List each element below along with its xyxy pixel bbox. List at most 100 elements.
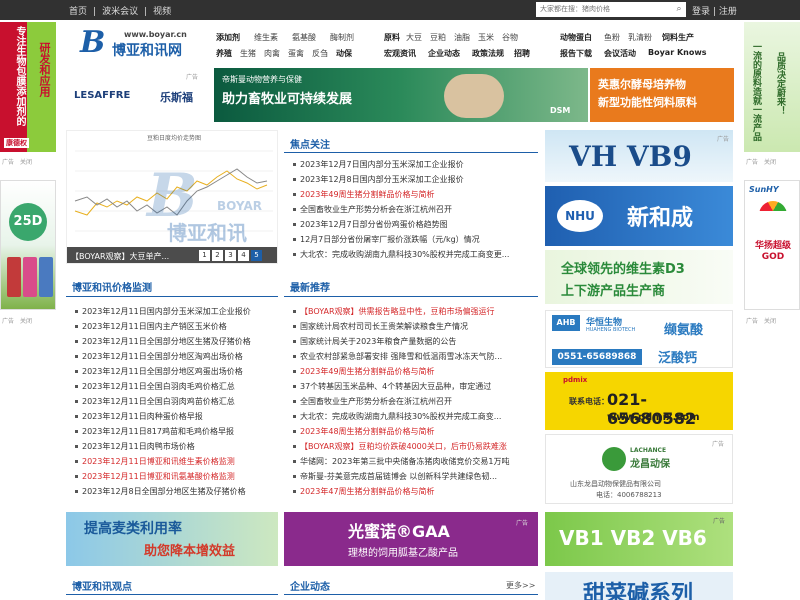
cat-vitamin[interactable]: 维生素 xyxy=(254,32,278,43)
ad-gaa[interactable]: 广告 光蜜诺®GAA 理想的饲用胍基乙酸产品 xyxy=(284,512,538,566)
login-link[interactable]: 登录 xyxy=(692,7,710,17)
slider-page-2[interactable]: 2 xyxy=(212,250,223,261)
price-news-item[interactable]: 2023年12月11日全国白羽肉鸡苗价格汇总 xyxy=(74,394,278,409)
cat-boyar-knows[interactable]: Boyar Knows xyxy=(648,48,706,57)
price-news-item[interactable]: 2023年12月11日国内部分玉米深加工企业报价 xyxy=(74,304,278,319)
cat-oil[interactable]: 油脂 xyxy=(454,32,470,43)
latest-news-item[interactable]: 2023年49周生猪分割鲜品价格与简析 xyxy=(292,364,536,379)
slider-page-1[interactable]: 1 xyxy=(199,250,210,261)
latest-news-item[interactable]: 全国畜牧业生产形势分析会在浙江杭州召开 xyxy=(292,394,536,409)
price-news-item[interactable]: 2023年12月11日全国部分地区鸡蛋出场价格 xyxy=(74,364,278,379)
price-news-item[interactable]: 2023年12月11日肉鸭市场价格 xyxy=(74,439,278,454)
cat-animal-health[interactable]: 动保 xyxy=(336,48,352,59)
cat-ruminant[interactable]: 反刍 xyxy=(312,48,328,59)
register-link[interactable]: 注册 xyxy=(719,7,737,17)
latest-news-item[interactable]: 【BOYAR观察】豆粕均价跌破4000关口，后市仍易跌难涨 xyxy=(292,439,536,454)
latest-title[interactable]: 最新推荐 xyxy=(290,279,330,294)
cat-raw-material[interactable]: 原料 xyxy=(384,32,400,43)
cat-grain[interactable]: 谷物 xyxy=(502,32,518,43)
cat-feed-production[interactable]: 饲料生产 xyxy=(662,32,694,43)
focus-news-item[interactable]: 2023年49周生猪分割鲜品价格与简析 xyxy=(292,187,536,202)
right-ad-quality[interactable]: 一流的原料造就一流产品 品质决定蔚来！ xyxy=(744,22,800,152)
right-ad-close-button[interactable]: 关闭 xyxy=(764,316,776,325)
nav-home[interactable]: 首页 xyxy=(66,7,90,17)
right-ad-sunhy[interactable]: SunHY 华扬超级GOD xyxy=(744,180,800,310)
cat-fishmeal[interactable]: 鱼粉 xyxy=(604,32,620,43)
focus-news-item[interactable]: 12月7日部分省份屠宰厂报价涨跌幅（元/kg）情况 xyxy=(292,232,536,247)
slider-page-4[interactable]: 4 xyxy=(238,250,249,261)
focus-title[interactable]: 焦点关注 xyxy=(290,136,330,151)
cat-macro-news[interactable]: 宏观资讯 xyxy=(384,48,416,59)
cat-recruit[interactable]: 招聘 xyxy=(514,48,530,59)
latest-news-item[interactable]: 华储网：2023年第三批中央储备冻猪肉收储竞价交易1万吨 xyxy=(292,454,536,469)
cat-policy[interactable]: 政策法规 xyxy=(472,48,504,59)
ad-vitamin-d3[interactable]: 全球领先的维生素D3 上下游产品生产商 xyxy=(545,250,733,304)
search-input[interactable] xyxy=(536,2,676,17)
banner-lesaffre[interactable]: 广告 LESAFFRE 乐斯福 xyxy=(66,68,212,122)
ad-wheat[interactable]: 提高麦类利用率 助您降本增效益 xyxy=(66,512,278,566)
slider-caption[interactable]: 【BOYAR观察】大豆单产... xyxy=(71,251,169,262)
cat-breeding[interactable]: 养殖 xyxy=(216,48,232,59)
price-news-item[interactable]: 2023年12月11日全国部分地区生猪及仔猪价格 xyxy=(74,334,278,349)
nav-video[interactable]: 视频 xyxy=(150,7,174,17)
ad-vb[interactable]: 广告 VB1 VB2 VB6 xyxy=(545,512,733,566)
cat-company-news[interactable]: 企业动态 xyxy=(428,48,460,59)
price-news-item[interactable]: 2023年12月11日博亚和讯维生素价格监测 xyxy=(74,454,278,469)
price-news-item[interactable]: 2023年12月11日国内主产销区玉米价格 xyxy=(74,319,278,334)
focus-news-item[interactable]: 大北农：完成收购湖南九鼎科技30%股权并完成工商变更... xyxy=(292,247,536,262)
left-ad-close-button[interactable]: 关闭 xyxy=(20,316,32,325)
left-ad-25d[interactable]: 25D xyxy=(0,180,56,310)
cat-additive[interactable]: 添加剂 xyxy=(216,32,240,43)
price-news-item[interactable]: 2023年12月11日全国白羽肉毛鸡价格汇总 xyxy=(74,379,278,394)
right-ad-close-button[interactable]: 关闭 xyxy=(764,157,776,166)
banner-dsm[interactable]: 帝斯曼动物营养与保健 助力畜牧业可持续发展 DSM xyxy=(214,68,588,122)
ad-betaine[interactable]: 甜菜碱系列 xyxy=(545,572,733,600)
price-news-item[interactable]: 2023年12月11日博亚和讯氨基酸价格监测 xyxy=(74,469,278,484)
ad-lachance[interactable]: 广告 LACHANCE 龙昌动保 山东龙昌动物保健品有限公司 电话：400678… xyxy=(545,434,733,504)
ad-nhu[interactable]: NHU 新和成 xyxy=(545,186,733,246)
latest-news-item[interactable]: 37个转基因玉米品种、4个转基因大豆品种，审定通过 xyxy=(292,379,536,394)
latest-news-item[interactable]: 2023年48周生猪分割鲜品价格与简析 xyxy=(292,424,536,439)
news-slider[interactable]: 豆粕日度均价走势图 B BOYAR 博亚和讯 【BOYAR观察】大豆单产... … xyxy=(66,130,278,264)
view-title[interactable]: 博亚和讯观点 xyxy=(72,578,132,593)
cat-layer[interactable]: 蛋禽 xyxy=(288,48,304,59)
nav-meeting[interactable]: 波米会议 xyxy=(99,7,141,17)
latest-news-item[interactable]: 国家统计局农村司司长王贵荣解读粮食生产情况 xyxy=(292,319,536,334)
cat-soybean[interactable]: 大豆 xyxy=(406,32,422,43)
latest-news-item[interactable]: 2023年47周生猪分割鲜品价格与简析 xyxy=(292,484,536,499)
price-monitor-title[interactable]: 博亚和讯价格监测 xyxy=(72,279,152,294)
latest-news-item[interactable]: 【BOYAR观察】供需报告略显中性，豆粕市场偏强运行 xyxy=(292,304,536,319)
site-logo[interactable]: B www.boyar.cn 博亚和讯网 xyxy=(80,28,190,60)
company-more-link[interactable]: 更多>> xyxy=(506,580,535,591)
cat-enzyme[interactable]: 酶制剂 xyxy=(330,32,354,43)
price-news-item[interactable]: 2023年12月11日全国部分地区淘鸡出场价格 xyxy=(74,349,278,364)
search-button[interactable]: ⌕ xyxy=(672,2,686,17)
cat-broiler[interactable]: 肉禽 xyxy=(264,48,280,59)
left-ad-kangdequan[interactable]: 专注生物包膜添加剂的 研发和应用 康德权 xyxy=(0,22,56,152)
banner-angel-yeast[interactable]: 英惠尔酵母培养物 新型功能性饲料原料 xyxy=(590,68,734,122)
ad-vhvb9[interactable]: 广告 VH VB9 xyxy=(545,130,733,182)
left-ad-close-button[interactable]: 关闭 xyxy=(20,157,32,166)
latest-news-item[interactable]: 大北农：完成收购湖南九鼎科技30%股权并完成工商变... xyxy=(292,409,536,424)
focus-news-item[interactable]: 2023年12月8日国内部分玉米深加工企业报价 xyxy=(292,172,536,187)
latest-news-item[interactable]: 帝斯曼-芬美意完成首届链博会 以创新科学共建绿色韧... xyxy=(292,469,536,484)
cat-corn[interactable]: 玉米 xyxy=(478,32,494,43)
cat-animal-protein[interactable]: 动物蛋白 xyxy=(560,32,592,43)
focus-news-item[interactable]: 全国畜牧业生产形势分析会在浙江杭州召开 xyxy=(292,202,536,217)
cat-events[interactable]: 会议活动 xyxy=(604,48,636,59)
cat-amino-acid[interactable]: 氨基酸 xyxy=(292,32,316,43)
cat-pig[interactable]: 生猪 xyxy=(240,48,256,59)
focus-news-item[interactable]: 2023年12月7日部分省份鸡蛋价格趋势图 xyxy=(292,217,536,232)
focus-news-item[interactable]: 2023年12月7日国内部分玉米深加工企业报价 xyxy=(292,157,536,172)
slider-page-5[interactable]: 5 xyxy=(251,250,262,261)
ad-huaheng[interactable]: 华恒生物 HUAHENG BIOTECH AHB 0551-65689868 缬… xyxy=(545,310,733,368)
company-title[interactable]: 企业动态 xyxy=(290,578,330,593)
cat-soymeal[interactable]: 豆粕 xyxy=(430,32,446,43)
ad-pdmix[interactable]: pdmix 联系电话： 021-65680582 www.pdmix.com xyxy=(545,372,733,430)
price-news-item[interactable]: 2023年12月11日817鸡苗和毛鸡价格早报 xyxy=(74,424,278,439)
slider-page-3[interactable]: 3 xyxy=(225,250,236,261)
latest-news-item[interactable]: 农业农村部紧急部署安排 强降雪和低温雨雪冰冻天气防... xyxy=(292,349,536,364)
latest-news-item[interactable]: 国家统计局关于2023年粮食产量数据的公告 xyxy=(292,334,536,349)
cat-whey[interactable]: 乳清粉 xyxy=(628,32,652,43)
price-news-item[interactable]: 2023年12月11日肉种蛋价格早报 xyxy=(74,409,278,424)
